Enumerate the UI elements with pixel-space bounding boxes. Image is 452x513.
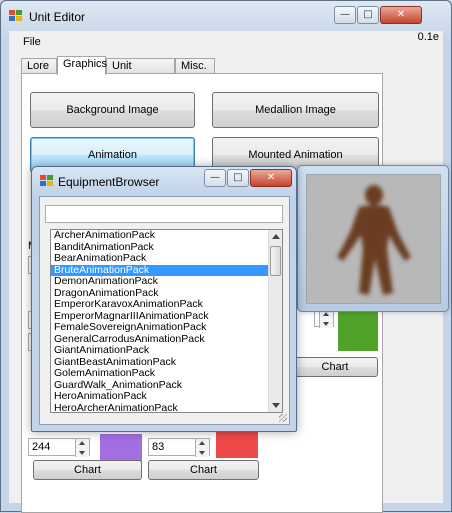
green-color-swatch[interactable] (338, 311, 378, 351)
list-item[interactable]: EmperorKaravoxAnimationPack (51, 298, 282, 311)
scroll-thumb[interactable] (270, 246, 281, 276)
app-icon (9, 10, 23, 22)
dialog-minimize-button[interactable]: — (204, 169, 226, 187)
equipment-browser-dialog: EquipmentBrowser — □ ✕ ArcherAnimationPa… (31, 166, 297, 432)
title-bar[interactable]: Unit Editor — □ ✕ (1, 1, 451, 31)
red-color-swatch[interactable] (216, 432, 258, 458)
value-244: 244 (32, 441, 51, 453)
list-item[interactable]: HeroArcherAnimationPack (51, 402, 282, 412)
resize-grip-icon[interactable] (279, 414, 287, 422)
preview-image (306, 174, 441, 304)
list-item[interactable]: GolemAnimationPack (51, 367, 282, 380)
chart-button-left[interactable]: Chart (33, 460, 142, 480)
spin-buttons-244[interactable] (75, 439, 89, 457)
list-scrollbar[interactable] (268, 230, 282, 412)
search-input[interactable] (45, 205, 283, 223)
unit-silhouette-icon (337, 185, 411, 295)
list-item[interactable]: ArcherAnimationPack (51, 230, 282, 242)
list-items: ArcherAnimationPack BanditAnimationPack Be… (51, 230, 282, 412)
chart-button-right[interactable]: Chart (148, 460, 259, 480)
tab-unit-statistics[interactable]: Unit Statistics (106, 58, 175, 86)
maximize-button[interactable]: □ (357, 6, 379, 24)
menu-bar: File 0.1e (9, 31, 443, 51)
spin-buttons-83[interactable] (195, 439, 209, 457)
close-button[interactable]: ✕ (380, 6, 422, 24)
value-83-field[interactable]: 83 (148, 438, 210, 457)
scroll-up-icon[interactable] (272, 234, 280, 239)
chart-button-mid[interactable]: Chart (292, 357, 378, 377)
tab-lore[interactable]: Lore (21, 58, 57, 74)
purple-color-swatch[interactable] (100, 434, 142, 462)
list-item[interactable]: BearAnimationPack (51, 252, 282, 265)
tab-misc[interactable]: Misc. (175, 58, 215, 74)
medallion-image-button[interactable]: Medallion Image (212, 92, 379, 128)
menu-file[interactable]: File (23, 36, 41, 48)
minimize-button[interactable]: — (334, 6, 356, 24)
list-item[interactable]: HeroAnimationPack (51, 390, 282, 403)
value-83: 83 (152, 441, 165, 453)
scroll-down-icon[interactable] (272, 403, 280, 408)
dialog-close-button[interactable]: ✕ (250, 169, 292, 187)
value-244-field[interactable]: 244 (28, 438, 90, 457)
background-image-button[interactable]: Background Image (30, 92, 195, 128)
window-title: Unit Editor (29, 10, 86, 24)
tab-graphics[interactable]: Graphics (57, 56, 107, 75)
dialog-title: EquipmentBrowser (58, 175, 160, 189)
dialog-maximize-button[interactable]: □ (227, 169, 249, 187)
list-item[interactable]: DemonAnimationPack (51, 275, 282, 288)
version-label: 0.1e (417, 31, 439, 43)
list-item[interactable]: GiantAnimationPack (51, 344, 282, 357)
dialog-app-icon (40, 175, 54, 187)
animation-pack-list[interactable]: ArcherAnimationPack BanditAnimationPack Be… (50, 229, 283, 413)
dialog-client: ArcherAnimationPack BanditAnimationPack Be… (39, 196, 290, 425)
list-item[interactable]: FemaleSovereignAnimationPack (51, 321, 282, 334)
preview-window (297, 165, 449, 312)
spin-buttons[interactable] (319, 310, 333, 328)
